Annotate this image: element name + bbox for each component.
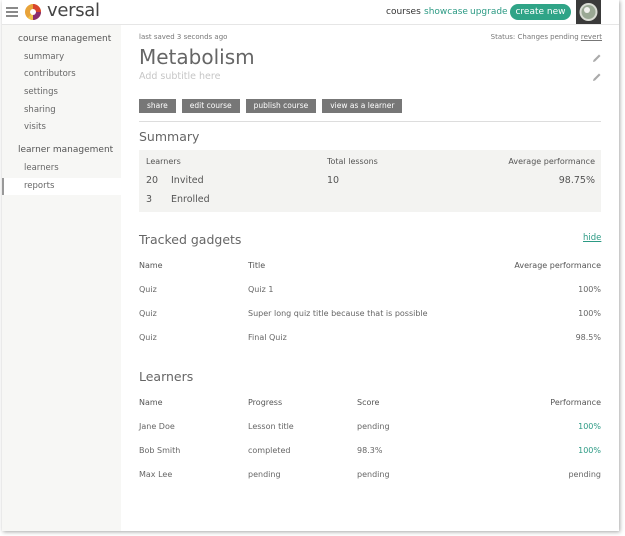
avatar-image-icon [579, 3, 598, 21]
gadget-name: Quiz [139, 285, 157, 294]
summary-col-performance: Average performance [508, 157, 595, 166]
versal-logo-icon [25, 4, 41, 20]
sidebar-item-settings[interactable]: settings [24, 87, 58, 97]
gadgets-col-title: Title [248, 261, 266, 270]
sidebar-item-visits[interactable]: visits [24, 122, 46, 132]
last-saved-text: last saved 3 seconds ago [139, 33, 228, 41]
create-new-button[interactable]: create new [510, 4, 571, 20]
status-label: Status: Changes pending [490, 33, 579, 41]
app-window: versal courses showcase upgrade create n… [2, 0, 619, 531]
status-text: Status: Changes pending revert [491, 33, 602, 41]
learners-col-score: Score [357, 398, 380, 407]
main-content: last saved 3 seconds ago Status: Changes… [121, 25, 619, 531]
gadgets-col-performance: Average performance [514, 261, 601, 270]
course-title[interactable]: Metabolism [139, 45, 255, 69]
gadget-performance: 100% [578, 285, 601, 294]
learner-score: pending [357, 470, 390, 479]
sidebar-heading-course-management: course management [18, 34, 112, 44]
sidebar-item-summary[interactable]: summary [24, 52, 64, 62]
gadget-name: Quiz [139, 333, 157, 342]
learner-performance-link[interactable]: 100% [578, 422, 601, 431]
gadget-name: Quiz [139, 309, 157, 318]
nav-showcase[interactable]: showcase [424, 7, 468, 17]
view-as-learner-button[interactable]: view as a learner [322, 99, 403, 113]
invited-label: Invited [171, 175, 204, 186]
divider [139, 121, 601, 122]
summary-col-lessons: Total lessons [327, 157, 378, 166]
sidebar: course management summary contributors s… [2, 25, 121, 531]
learners-col-progress: Progress [248, 398, 283, 407]
gadget-title: Final Quiz [248, 333, 287, 342]
gadget-performance: 100% [578, 309, 601, 318]
enrolled-label: Enrolled [171, 194, 210, 205]
brand-name[interactable]: versal [47, 0, 100, 21]
revert-link[interactable]: revert [581, 33, 602, 41]
avatar[interactable] [576, 0, 601, 24]
sidebar-heading-learner-management: learner management [18, 145, 114, 155]
learner-name: Max Lee [139, 470, 173, 479]
learner-progress: pending [248, 470, 281, 479]
sidebar-active-highlight [2, 178, 121, 195]
learner-name: Bob Smith [139, 446, 181, 455]
learner-score: pending [357, 422, 390, 431]
invited-count: 20 [146, 175, 159, 186]
sidebar-item-reports[interactable]: reports [24, 181, 54, 191]
learner-performance-link[interactable]: 100% [578, 446, 601, 455]
edit-title-pencil-icon[interactable] [592, 53, 602, 63]
tracked-gadgets-heading: Tracked gadgets [139, 232, 242, 247]
summary-heading: Summary [139, 129, 200, 144]
learner-name: Jane Doe [139, 422, 175, 431]
edit-course-button[interactable]: edit course [181, 99, 240, 113]
subtitle-field[interactable]: Add subtitle here [139, 71, 220, 82]
summary-panel: Learners Total lessons Average performan… [139, 150, 601, 212]
gadget-title: Quiz 1 [248, 285, 274, 294]
edit-subtitle-pencil-icon[interactable] [592, 72, 602, 82]
hamburger-icon[interactable] [6, 7, 18, 17]
gadgets-col-name: Name [139, 261, 163, 270]
publish-course-button[interactable]: publish course [245, 99, 317, 113]
nav-upgrade[interactable]: upgrade [470, 7, 508, 17]
gadget-title: Super long quiz title because that is po… [248, 309, 428, 318]
learner-score: 98.3% [357, 446, 383, 455]
summary-col-learners: Learners [146, 157, 181, 166]
top-bar: versal courses showcase upgrade create n… [2, 0, 619, 25]
learners-heading: Learners [139, 369, 194, 384]
nav-courses[interactable]: courses [386, 7, 421, 17]
gadget-performance: 98.5% [575, 333, 601, 342]
sidebar-item-sharing[interactable]: sharing [24, 105, 56, 115]
sidebar-item-contributors[interactable]: contributors [24, 69, 76, 79]
learner-progress: completed [248, 446, 291, 455]
learners-col-name: Name [139, 398, 163, 407]
avg-performance-value: 98.75% [558, 175, 595, 186]
learners-col-performance: Performance [550, 398, 601, 407]
share-button[interactable]: share [139, 99, 176, 113]
course-action-buttons: share edit course publish course view as a … [139, 93, 408, 113]
total-lessons-value: 10 [327, 175, 340, 186]
enrolled-count: 3 [146, 194, 153, 205]
sidebar-item-learners[interactable]: learners [24, 163, 59, 173]
learner-progress: Lesson title [248, 422, 294, 431]
hide-gadgets-link[interactable]: hide [583, 233, 601, 243]
learner-performance: pending [568, 470, 601, 479]
